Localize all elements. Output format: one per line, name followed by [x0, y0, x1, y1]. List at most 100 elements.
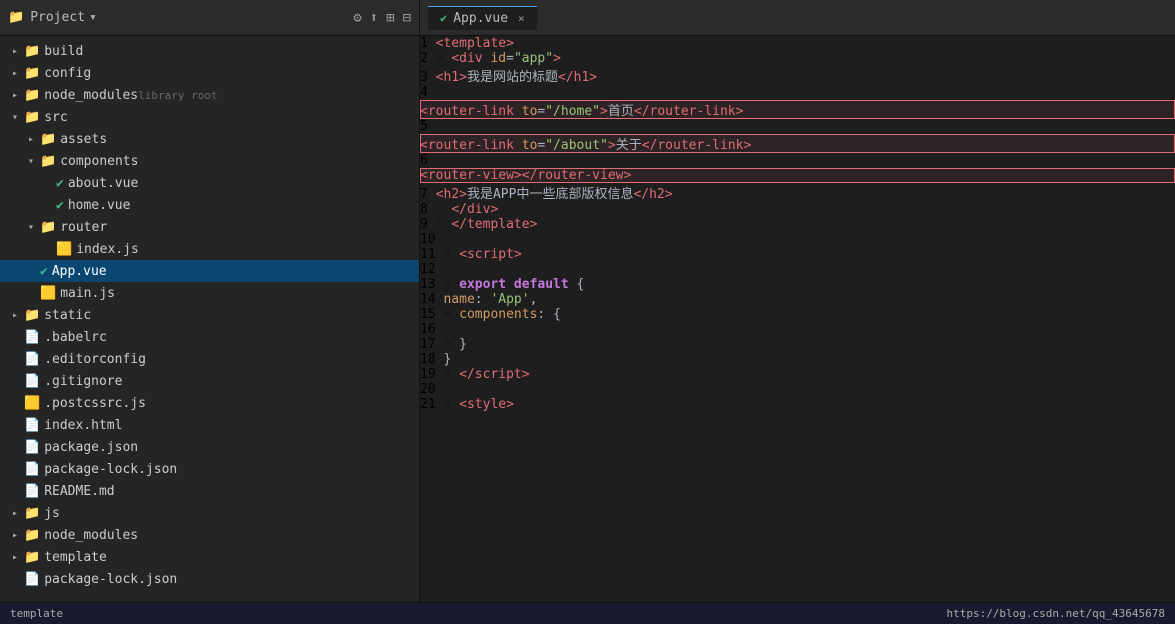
tree-item-readme[interactable]: 📄README.md [0, 480, 419, 502]
tree-item-postcssrc[interactable]: 🟨.postcssrc.js [0, 392, 419, 414]
folder-icon: 📁 [24, 528, 40, 543]
tree-item-index_js[interactable]: 🟨index.js [0, 238, 419, 260]
arrow-icon [24, 134, 38, 145]
tree-item-node_modules2[interactable]: 📁node_modules [0, 524, 419, 546]
tree-item-home_vue[interactable]: ✔ home.vue [0, 194, 419, 216]
tree-label: build [44, 44, 83, 59]
tree-item-index_html[interactable]: 📄index.html [0, 414, 419, 436]
tab-close-icon[interactable]: × [518, 12, 525, 25]
arrow-icon [8, 46, 22, 57]
arrow-icon [8, 112, 22, 123]
tree-item-static[interactable]: 📁 static [0, 304, 419, 326]
tab-label: App.vue [453, 11, 508, 26]
layout-icon[interactable]: ⊞ [386, 10, 394, 26]
code-line-19: 19 ◦ </script> [420, 367, 1175, 382]
json-file-icon: 📄 [24, 440, 40, 455]
expand-icon[interactable]: ⬆ [370, 10, 378, 26]
collapse-icon[interactable]: ⊟ [403, 10, 411, 26]
folder-icon: 📁 [40, 154, 56, 169]
code-line-20: 20 [420, 382, 1175, 397]
code-line-21: 21 ◦ <style> [420, 397, 1175, 412]
code-line-2: 2 ◦ <div id="app"> [420, 51, 1175, 66]
tree-label: config [44, 66, 91, 81]
md-file-icon: 📄 [24, 484, 40, 499]
folder-icon: 📁 [24, 506, 40, 521]
tree-label: App.vue [52, 264, 107, 279]
code-line-17: 17 ◦ } [420, 337, 1175, 352]
tree-label: package-lock.json [44, 462, 177, 477]
tree-label: static [44, 308, 91, 323]
code-line-16: 16 [420, 322, 1175, 337]
tree-label: .babelrc [44, 330, 107, 345]
tree-label: node_modules [44, 88, 138, 103]
tree-item-build[interactable]: 📁 build [0, 40, 419, 62]
folder-icon: 📁 [24, 88, 40, 103]
folder-icon: 📁 [40, 220, 56, 235]
config-file-icon: 📄 [24, 374, 40, 389]
project-panel-header: 📁 Project ▾ ⚙ ⬆ ⊞ ⊟ [0, 0, 420, 35]
vue-file-icon: ✔ [40, 264, 48, 279]
config-file-icon: 📄 [24, 352, 40, 367]
tree-item-babelrc[interactable]: 📄 .babelrc [0, 326, 419, 348]
app-vue-tab[interactable]: ✔ App.vue × [428, 6, 537, 30]
tree-label: package.json [44, 440, 138, 455]
code-editor[interactable]: 1 <template> 2 ◦ <div id="app"> 3 <h1>我是… [420, 36, 1175, 602]
tree-item-gitignore[interactable]: 📄 .gitignore [0, 370, 419, 392]
tree-item-src[interactable]: 📁src [0, 106, 419, 128]
config-file-icon: 📄 [24, 330, 40, 345]
code-line-6: 6 <router-view></router-view> [420, 153, 1175, 183]
tree-item-node_modules[interactable]: 📁 node_modules library root [0, 84, 419, 106]
tree-item-app_vue[interactable]: ✔ App.vue [0, 260, 419, 282]
bottom-url: https://blog.csdn.net/qq_43645678 [946, 607, 1165, 620]
tree-label: components [60, 154, 138, 169]
folder-icon: 📁 [40, 132, 56, 147]
tree-item-package_lock2[interactable]: 📄 package-lock.json [0, 568, 419, 590]
tree-label: package-lock.json [44, 572, 177, 587]
project-title: Project ▾ [30, 10, 97, 25]
code-line-15: 15 ◦ components: { [420, 307, 1175, 322]
tree-item-components[interactable]: 📁 components [0, 150, 419, 172]
code-line-8: 8 ◦ </div> [420, 202, 1175, 217]
library-suffix: library root [138, 89, 217, 102]
json-file-icon: 📄 [24, 462, 40, 477]
tree-item-template_folder[interactable]: 📁template [0, 546, 419, 568]
arrow-icon [8, 90, 22, 101]
project-folder-icon: 📁 [8, 10, 24, 25]
vue-file-icon: ✔ [56, 176, 64, 191]
settings-icon[interactable]: ⚙ [353, 10, 361, 26]
arrow-icon [8, 310, 22, 321]
folder-icon: 📁 [24, 550, 40, 565]
project-label: Project [30, 10, 85, 25]
tree-label: .editorconfig [44, 352, 146, 367]
folder-icon: 📁 [24, 308, 40, 323]
arrow-icon [24, 222, 38, 233]
arrow-icon [24, 156, 38, 167]
tree-item-main_js[interactable]: 🟨main.js [0, 282, 419, 304]
tree-label: about.vue [68, 176, 138, 191]
tree-label: home.vue [68, 198, 131, 213]
file-tree: 📁build📁config📁node_modules library root📁… [0, 36, 420, 602]
tree-label: .gitignore [44, 374, 122, 389]
arrow-icon [8, 508, 22, 519]
json-file-icon: 📄 [24, 572, 40, 587]
code-line-1: 1 <template> [420, 36, 1175, 51]
code-line-4: 4 <router-link to="/home">首页</router-lin… [420, 85, 1175, 119]
code-line-9: 9 ◦ </template> [420, 217, 1175, 232]
tree-item-editorconfig[interactable]: 📄 .editorconfig [0, 348, 419, 370]
tree-item-about_vue[interactable]: ✔ about.vue [0, 172, 419, 194]
project-dropdown-icon[interactable]: ▾ [89, 10, 97, 25]
top-icons: ⚙ ⬆ ⊞ ⊟ [353, 10, 411, 26]
js-file-icon: 🟨 [56, 242, 72, 257]
tree-item-assets[interactable]: 📁 assets [0, 128, 419, 150]
tree-item-router[interactable]: 📁router [0, 216, 419, 238]
tree-label: assets [60, 132, 107, 147]
tab-bar: ✔ App.vue × [420, 6, 1175, 30]
folder-icon: 📁 [24, 44, 40, 59]
bottom-template-text: template [10, 607, 63, 620]
tree-item-config[interactable]: 📁config [0, 62, 419, 84]
tree-item-package_lock[interactable]: 📄 package-lock.json [0, 458, 419, 480]
code-line-10: 10 [420, 232, 1175, 247]
vue-file-icon: ✔ [56, 198, 64, 213]
tree-item-js_folder[interactable]: 📁js [0, 502, 419, 524]
tree-item-package_json[interactable]: 📄 package.json [0, 436, 419, 458]
